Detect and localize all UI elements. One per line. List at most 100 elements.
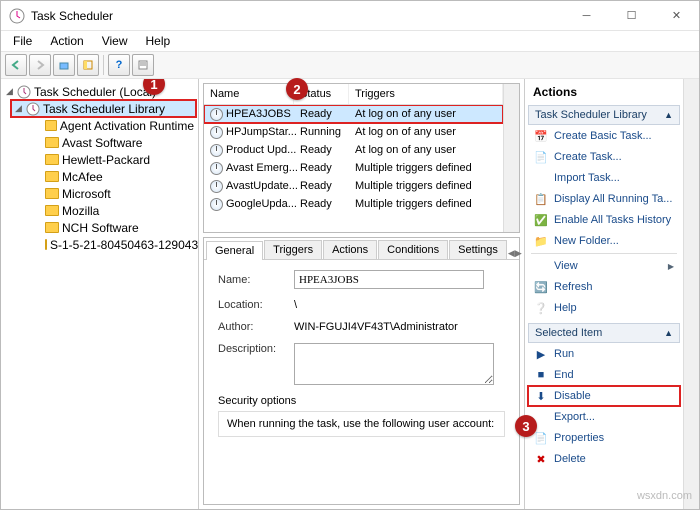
task-trigger: At log on of any user	[355, 126, 497, 138]
action-icon: ▶	[534, 347, 548, 361]
action-link[interactable]: View▶	[528, 256, 680, 276]
titlebar: Task Scheduler ─ ☐ ✕	[1, 1, 699, 31]
action-label: Display All Running Ta...	[554, 193, 672, 205]
action-link[interactable]: 📋Display All Running Ta...	[528, 189, 680, 209]
action-link[interactable]: ❔Help	[528, 298, 680, 318]
action-link[interactable]: ✅Enable All Tasks History	[528, 210, 680, 230]
action-label: Create Basic Task...	[554, 130, 652, 142]
tree-item-label: McAfee	[62, 170, 103, 184]
toolbar-back[interactable]	[5, 54, 27, 76]
action-icon	[534, 259, 548, 273]
task-icon	[210, 162, 223, 175]
menu-action[interactable]: Action	[42, 32, 91, 50]
actions-sec2-hdr[interactable]: Selected Item▲	[528, 323, 680, 343]
action-link[interactable]: Export...	[528, 407, 680, 427]
tree-library[interactable]: ◢ Task Scheduler Library	[11, 100, 196, 117]
input-desc[interactable]	[294, 343, 494, 385]
folder-icon	[45, 120, 57, 131]
toolbar-sep	[103, 55, 104, 75]
action-icon: ❔	[534, 301, 548, 315]
action-link[interactable]: ✖ Delete	[528, 449, 680, 469]
action-link[interactable]: 📄Properties	[528, 428, 680, 448]
task-properties: General Triggers Actions Conditions Sett…	[203, 237, 520, 505]
tab-triggers[interactable]: Triggers	[264, 240, 322, 259]
action-link[interactable]: 📁New Folder...	[528, 231, 680, 251]
tab-scroll-left[interactable]: ◀	[508, 248, 515, 259]
toolbar-props[interactable]	[132, 54, 154, 76]
minimize-button[interactable]: ─	[564, 1, 609, 30]
task-status: Ready	[300, 108, 355, 120]
task-icon	[210, 180, 223, 193]
tree-item[interactable]: McAfee	[43, 168, 196, 185]
tree-item[interactable]: NCH Software	[43, 219, 196, 236]
menu-view[interactable]: View	[94, 32, 136, 50]
task-trigger: Multiple triggers defined	[355, 198, 497, 210]
menubar: File Action View Help	[1, 31, 699, 51]
task-row[interactable]: HPEA3JOBSReadyAt log on of any user	[204, 105, 503, 123]
task-status: Ready	[300, 144, 355, 156]
val-location: \	[294, 299, 297, 311]
tree-item[interactable]: Hewlett-Packard	[43, 151, 196, 168]
tree-item[interactable]: Agent Activation Runtime	[43, 117, 196, 134]
tree-item[interactable]: Avast Software	[43, 134, 196, 151]
tab-conditions[interactable]: Conditions	[378, 240, 448, 259]
lbl-author: Author:	[218, 321, 294, 333]
lbl-location: Location:	[218, 299, 294, 311]
close-button[interactable]: ✕	[654, 1, 699, 30]
action-link[interactable]: 📅 Create Basic Task...	[528, 126, 680, 146]
toolbar-help[interactable]: ?	[108, 54, 130, 76]
toolbar-up[interactable]	[53, 54, 75, 76]
task-row[interactable]: HPJumpStar...RunningAt log on of any use…	[204, 123, 503, 141]
task-status: Ready	[300, 162, 355, 174]
task-status: Ready	[300, 180, 355, 192]
task-icon	[210, 198, 223, 211]
actions-pane: Actions Task Scheduler Library▲ 📅Create …	[525, 79, 699, 509]
input-name[interactable]	[294, 270, 484, 289]
action-link[interactable]: 🔄Refresh	[528, 277, 680, 297]
action-label: Delete	[554, 453, 586, 465]
tree-item[interactable]: Microsoft	[43, 185, 196, 202]
menu-file[interactable]: File	[5, 32, 40, 50]
action-label: View	[554, 260, 578, 272]
annotation-marker-2: 2	[286, 78, 308, 100]
action-link[interactable]: ▶Run	[528, 344, 680, 364]
tab-general[interactable]: General	[206, 241, 263, 260]
action-icon: ■	[534, 368, 548, 382]
task-row[interactable]: AvastUpdate...ReadyMultiple triggers def…	[204, 177, 503, 195]
tab-scroll-right[interactable]: ▶	[515, 248, 522, 259]
toolbar-toggle[interactable]	[77, 54, 99, 76]
hdr-triggers[interactable]: Triggers	[349, 84, 503, 104]
action-link[interactable]: 📄Create Task...	[528, 147, 680, 167]
task-row[interactable]: GoogleUpda...ReadyMultiple triggers defi…	[204, 195, 503, 213]
security-text: When running the task, use the following…	[218, 411, 505, 437]
tab-settings[interactable]: Settings	[449, 240, 507, 259]
action-link[interactable]: ■End	[528, 365, 680, 385]
actions-scrollbar[interactable]	[683, 79, 699, 509]
task-scrollbar[interactable]	[503, 84, 519, 232]
task-row[interactable]: Product Upd...ReadyAt log on of any user	[204, 141, 503, 159]
toolbar-fwd[interactable]	[29, 54, 51, 76]
mid-pane: Name Status Triggers HPEA3JOBSReadyAt lo…	[199, 79, 525, 509]
folder-icon	[45, 154, 59, 165]
action-label: New Folder...	[554, 235, 619, 247]
action-link[interactable]: Import Task...	[528, 168, 680, 188]
tab-actions[interactable]: Actions	[323, 240, 377, 259]
maximize-button[interactable]: ☐	[609, 1, 654, 30]
val-author: WIN-FGUJI4VF43T\Administrator	[294, 321, 458, 333]
folder-icon	[45, 205, 59, 216]
action-icon: 📅	[534, 129, 548, 143]
tree-item[interactable]: Mozilla	[43, 202, 196, 219]
hdr-name[interactable]: Name	[204, 84, 294, 104]
tree-item[interactable]: S-1-5-21-80450463-1290439094	[43, 236, 196, 253]
task-row[interactable]: Avast Emerg...ReadyMultiple triggers def…	[204, 159, 503, 177]
tree-root[interactable]: ◢ Task Scheduler (Local)	[3, 83, 196, 100]
tree-item-label: Agent Activation Runtime	[60, 119, 194, 133]
action-label: Import Task...	[554, 172, 620, 184]
action-label: Disable	[554, 390, 591, 402]
menu-help[interactable]: Help	[138, 32, 179, 50]
tree-pane: ◢ Task Scheduler (Local) ◢ Task Schedule…	[1, 79, 199, 509]
security-heading: Security options	[218, 395, 505, 407]
action-link[interactable]: ⬇Disable	[528, 386, 680, 406]
action-icon: ✖	[534, 452, 548, 466]
actions-sec1-hdr[interactable]: Task Scheduler Library▲	[528, 105, 680, 125]
